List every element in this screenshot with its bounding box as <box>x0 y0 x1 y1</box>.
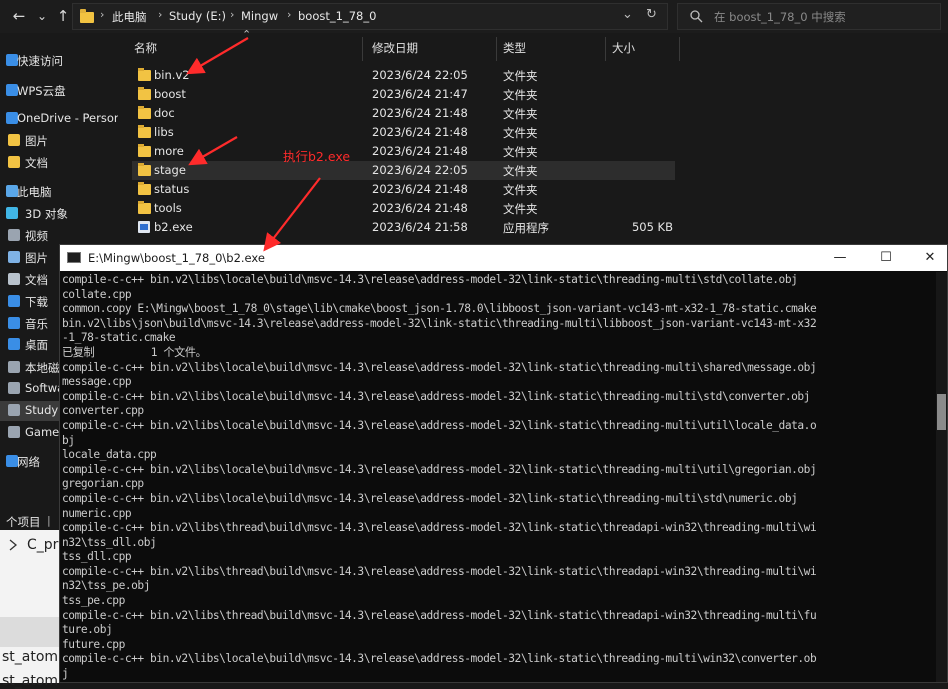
annotation-arrow <box>186 37 249 75</box>
annotation-arrow <box>188 136 238 166</box>
annotation-arrow <box>263 177 321 252</box>
annotation-arrows <box>186 37 321 252</box>
